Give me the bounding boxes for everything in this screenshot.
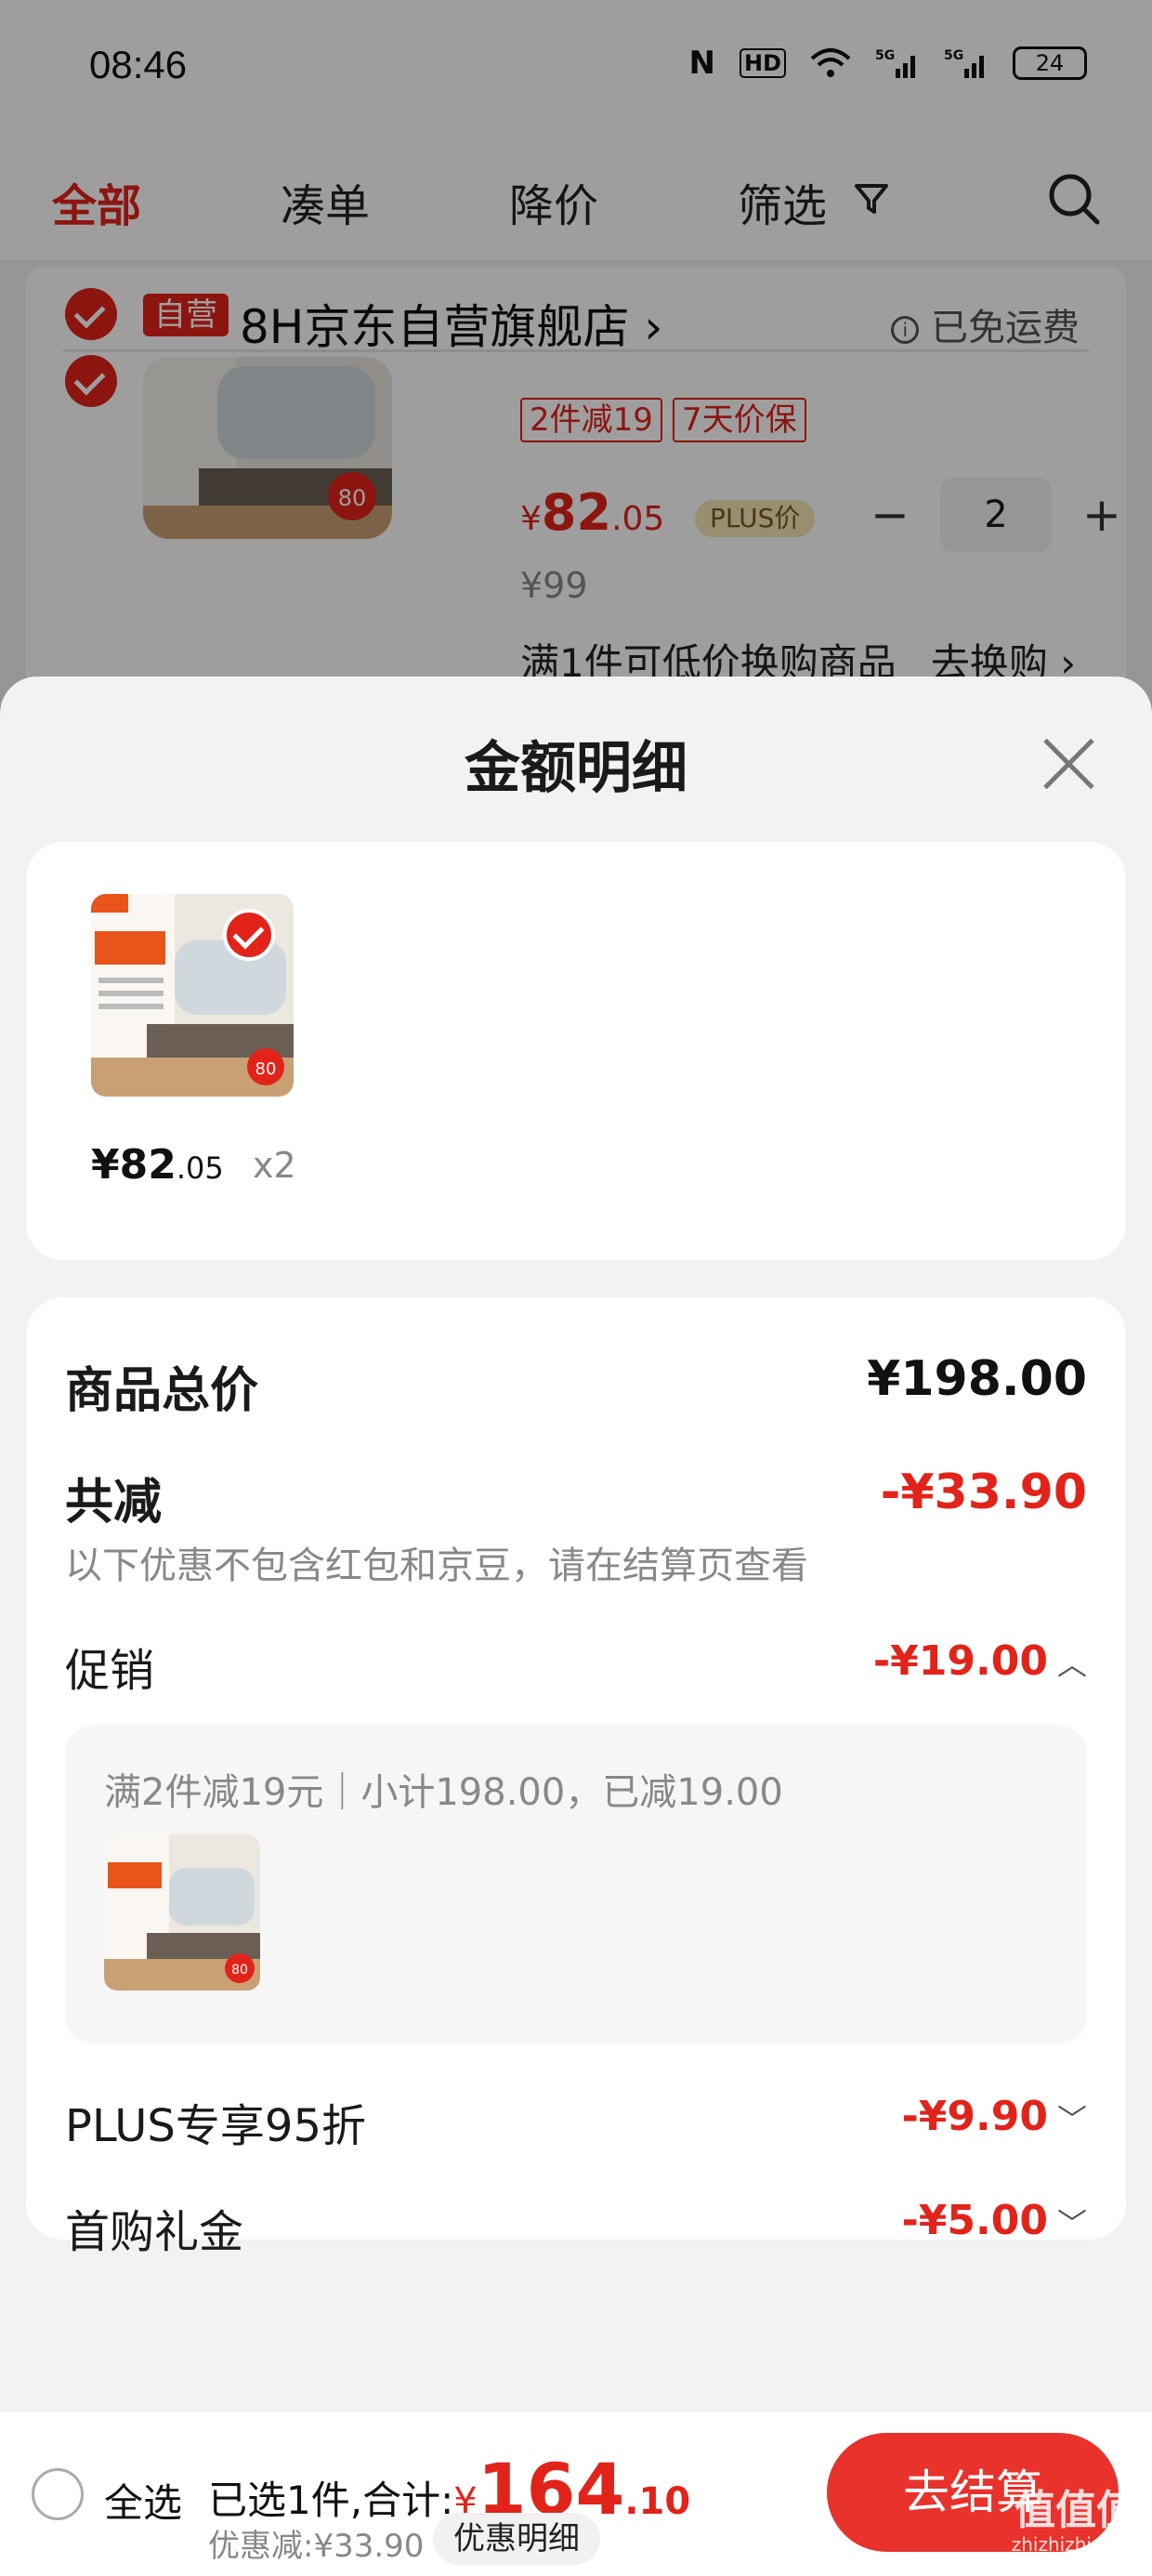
- sheet-title: 金额明细: [465, 736, 687, 801]
- select-all-label[interactable]: 全选: [104, 2472, 182, 2529]
- first-purchase-toggle[interactable]: -¥5.00 ﹀: [902, 2197, 1087, 2244]
- promo-label: 促销: [65, 1645, 155, 1697]
- discount-summary: 优惠减:¥33.90: [208, 2528, 425, 2565]
- product-quantity: x2: [253, 1145, 296, 1186]
- first-purchase-value: -¥5.00: [901, 2197, 1048, 2244]
- promo-detail-text: 满2件减19元｜小计198.00，已减19.00: [104, 1771, 783, 1814]
- promo-value: -¥19.00: [872, 1637, 1048, 1685]
- total-price-value: ¥198.00: [867, 1351, 1087, 1407]
- discount-total-value: -¥33.90: [880, 1465, 1087, 1520]
- chevron-down-icon: ﹀: [1056, 2102, 1087, 2137]
- select-all-checkbox[interactable]: [32, 2468, 84, 2520]
- plus-discount-label: PLUS专享95折: [65, 2100, 366, 2152]
- promo-detail-box: 满2件减19元｜小计198.00，已减19.00 80: [65, 1725, 1087, 2044]
- discount-detail-button[interactable]: 优惠明细: [433, 2513, 600, 2565]
- plus-discount-value: -¥9.90: [901, 2093, 1048, 2140]
- product-price: ¥82.05: [91, 1141, 224, 1189]
- checkout-bar: 全选 已选1件,合计:¥164.10 优惠减:¥33.90 优惠明细 去结算: [0, 2412, 1152, 2576]
- product-checkbox[interactable]: [223, 909, 275, 961]
- amount-detail-sheet: 金额明细 80 ¥82.05 x2 商品总价 ¥198.00 共减 -¥33.9…: [0, 677, 1152, 2576]
- discount-hint: 以下优惠不包含红包和京豆，请在结算页查看: [65, 1544, 808, 1587]
- selected-products-card: 80 ¥82.05 x2: [26, 842, 1126, 1260]
- watermark: 值值值 zhizhizhi.com: [1011, 2487, 1137, 2556]
- thumb-badge: 80: [255, 1059, 277, 1079]
- total-price-label: 商品总价: [65, 1363, 259, 1419]
- chevron-down-icon: ﹀: [1056, 2206, 1087, 2241]
- thumb-badge: 80: [231, 1963, 248, 1978]
- discount-total-label: 共减: [65, 1475, 163, 1531]
- close-icon[interactable]: [1041, 734, 1098, 792]
- promo-value-toggle[interactable]: -¥19.00 ︿: [873, 1637, 1087, 1685]
- chevron-up-icon: ︿: [1056, 1647, 1087, 1682]
- plus-discount-toggle[interactable]: -¥9.90 ﹀: [902, 2093, 1087, 2140]
- first-purchase-label: 首购礼金: [65, 2206, 244, 2258]
- price-summary-card: 商品总价 ¥198.00 共减 -¥33.90 以下优惠不包含红包和京豆，请在结…: [26, 1297, 1126, 2258]
- promo-product-image[interactable]: 80: [104, 1834, 260, 1991]
